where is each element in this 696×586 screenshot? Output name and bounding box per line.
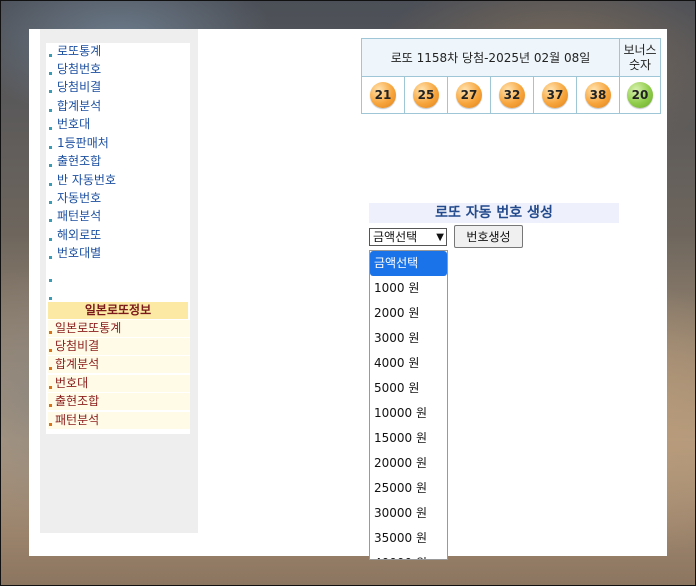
- bullet-icon: [49, 349, 52, 352]
- bullet-icon: [49, 201, 52, 204]
- page-content: 로또통계 당첨번호 당첨비결 합계분석 번호대 1등판매처 출현조합 반 자동번…: [29, 29, 667, 560]
- generator-title: 로또 자동 번호 생성: [369, 203, 619, 223]
- dropdown-option[interactable]: 3000 원: [370, 326, 447, 351]
- japan-item-combinations[interactable]: 출현조합: [48, 393, 190, 410]
- amount-dropdown: 금액선택 1000 원 2000 원 3000 원 4000 원 5000 원 …: [369, 250, 448, 560]
- bullet-icon: [49, 72, 52, 75]
- ball-cell: 20: [619, 76, 661, 114]
- bullet-icon: [49, 256, 52, 259]
- sidebar-item-semi-auto[interactable]: 반 자동번호: [46, 172, 190, 189]
- japan-item-label: 일본로또통계: [55, 321, 122, 335]
- lotto-ball: 21: [370, 82, 396, 108]
- sidebar-item-first-prize-stores[interactable]: 1등판매처: [46, 135, 190, 152]
- sidebar-item-label: 1등판매처: [57, 136, 109, 150]
- bullet-icon: [49, 404, 52, 407]
- sidebar-item-label: 당첨비결: [57, 80, 102, 94]
- dropdown-option[interactable]: 15000 원: [370, 426, 447, 451]
- sidebar-item-label: 자동번호: [57, 191, 102, 205]
- sidebar-item-label: 당첨번호: [57, 62, 102, 76]
- sidebar-item-label: 번호대별: [57, 246, 102, 260]
- ball-cell: 27: [447, 76, 491, 114]
- bonus-header: 보너스숫자: [619, 38, 661, 77]
- bullet-icon: [49, 297, 52, 300]
- japan-lotto-header: 일본로또정보: [48, 302, 188, 319]
- sidebar-item-label: 번호대: [57, 117, 91, 131]
- dropdown-option[interactable]: 25000 원: [370, 476, 447, 501]
- bullet-icon: [49, 90, 52, 93]
- ball-cell: 38: [576, 76, 620, 114]
- amount-select-value: 금액선택: [373, 230, 418, 244]
- bullet-icon: [49, 164, 52, 167]
- sidebar-item-overseas-lotto[interactable]: 해외로또: [46, 227, 190, 244]
- japan-item-label: 패턴분석: [55, 413, 100, 427]
- draw-title: 로또 1158차 당첨-2025년 02월 08일: [361, 38, 620, 77]
- dropdown-option[interactable]: 2000 원: [370, 301, 447, 326]
- lotto-ball: 27: [456, 82, 482, 108]
- sidebar-item-label: 패턴분석: [57, 209, 102, 223]
- sidebar-item-sum-analysis[interactable]: 합계분석: [46, 98, 190, 115]
- dropdown-option[interactable]: 40000 원: [370, 551, 447, 559]
- bullet-icon: [49, 183, 52, 186]
- winning-result-table: 로또 1158차 당첨-2025년 02월 08일 보너스숫자 21 25 27…: [361, 38, 661, 114]
- dropdown-option[interactable]: 금액선택: [370, 251, 447, 276]
- chevron-down-icon: ▼: [436, 232, 444, 243]
- japan-item-label: 출현조합: [55, 394, 100, 408]
- bullet-icon: [49, 238, 52, 241]
- dropdown-option[interactable]: 4000 원: [370, 351, 447, 376]
- ball-cell: 32: [490, 76, 534, 114]
- amount-select[interactable]: 금액선택 ▼: [369, 228, 447, 246]
- sidebar-item-pattern-analysis[interactable]: 패턴분석: [46, 208, 190, 225]
- dropdown-option[interactable]: 5000 원: [370, 376, 447, 401]
- dropdown-option[interactable]: 20000 원: [370, 451, 447, 476]
- ball-cell: 37: [533, 76, 577, 114]
- lotto-ball: 32: [499, 82, 525, 108]
- dropdown-option[interactable]: 10000 원: [370, 401, 447, 426]
- ball-cell: 21: [361, 76, 405, 114]
- sidebar-item-empty[interactable]: [46, 268, 190, 285]
- sidebar-item-number-range[interactable]: 번호대: [46, 116, 190, 133]
- dropdown-option[interactable]: 35000 원: [370, 526, 447, 551]
- generate-button[interactable]: 번호생성: [454, 225, 523, 248]
- japan-item-sum[interactable]: 합계분석: [48, 356, 190, 373]
- ball-cell: 25: [404, 76, 448, 114]
- japan-item-pattern[interactable]: 패턴분석: [48, 412, 190, 429]
- bullet-icon: [49, 279, 52, 282]
- sidebar-item-winning-numbers[interactable]: 당첨번호: [46, 61, 190, 78]
- sidebar-item-combinations[interactable]: 출현조합: [46, 153, 190, 170]
- sidebar-item-lotto-stats[interactable]: 로또통계: [46, 43, 190, 60]
- sidebar-item-label: 로또통계: [57, 44, 102, 58]
- bullet-icon: [49, 386, 52, 389]
- japan-item-range[interactable]: 번호대: [48, 375, 190, 392]
- sidebar-item-label: 합계분석: [57, 99, 102, 113]
- sidebar-item-label: 출현조합: [57, 154, 102, 168]
- bullet-icon: [49, 331, 52, 334]
- bullet-icon: [49, 219, 52, 222]
- bullet-icon: [49, 423, 52, 426]
- sidebar-item-empty[interactable]: [46, 286, 190, 303]
- sidebar-item-label: 반 자동번호: [57, 173, 117, 187]
- sidebar-menu: 로또통계 당첨번호 당첨비결 합계분석 번호대 1등판매처 출현조합 반 자동번…: [46, 43, 190, 434]
- lotto-ball: 37: [542, 82, 568, 108]
- sidebar-item-winning-secrets[interactable]: 당첨비결: [46, 79, 190, 96]
- sidebar-item-auto-numbers[interactable]: 자동번호: [46, 190, 190, 207]
- bullet-icon: [49, 54, 52, 57]
- dropdown-option[interactable]: 30000 원: [370, 501, 447, 526]
- japan-item-secrets[interactable]: 당첨비결: [48, 338, 190, 355]
- sidebar: 로또통계 당첨번호 당첨비결 합계분석 번호대 1등판매처 출현조합 반 자동번…: [40, 29, 198, 533]
- japan-item-label: 당첨비결: [55, 339, 100, 353]
- bullet-icon: [49, 127, 52, 130]
- dropdown-option[interactable]: 1000 원: [370, 276, 447, 301]
- bonus-ball: 20: [627, 82, 653, 108]
- bullet-icon: [49, 367, 52, 370]
- lotto-ball: 25: [413, 82, 439, 108]
- sidebar-item-by-range[interactable]: 번호대별: [46, 245, 190, 262]
- japan-item-label: 합계분석: [55, 357, 100, 371]
- bullet-icon: [49, 109, 52, 112]
- lotto-ball: 38: [585, 82, 611, 108]
- japan-item-stats[interactable]: 일본로또통계: [48, 320, 190, 337]
- bullet-icon: [49, 146, 52, 149]
- sidebar-item-label: 해외로또: [57, 228, 102, 242]
- japan-item-label: 번호대: [55, 376, 89, 390]
